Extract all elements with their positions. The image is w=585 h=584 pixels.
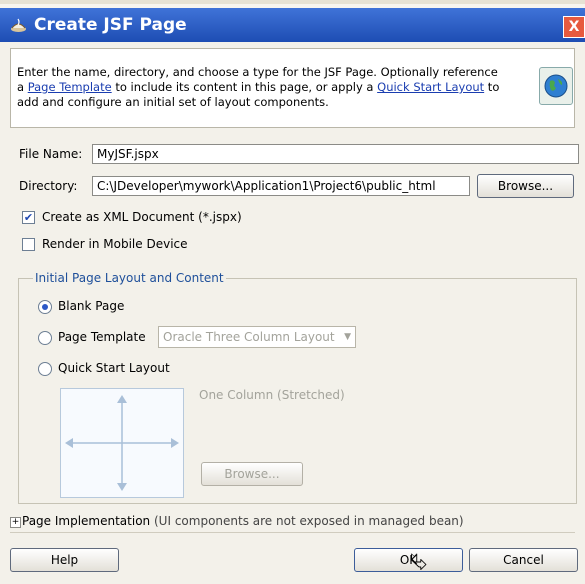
close-button[interactable]: X bbox=[563, 16, 585, 38]
file-name-label: File Name: bbox=[19, 147, 83, 161]
help-button[interactable]: Help bbox=[10, 548, 119, 572]
directory-input[interactable]: C:\JDeveloper\mywork\Application1\Projec… bbox=[92, 176, 470, 196]
quick-start-radio[interactable] bbox=[38, 362, 52, 376]
globe-icon bbox=[539, 67, 573, 105]
layout-preview bbox=[60, 388, 184, 498]
page-template-select-value: Oracle Three Column Layout bbox=[163, 330, 335, 344]
description-text: Enter the name, directory, and choose a … bbox=[17, 65, 502, 110]
description-banner: Enter the name, directory, and choose a … bbox=[10, 48, 575, 128]
background-window-strip bbox=[0, 0, 585, 4]
dialog-title: Create JSF Page bbox=[34, 15, 187, 35]
app-icon bbox=[11, 18, 26, 32]
expand-icon[interactable]: + bbox=[10, 517, 21, 528]
cancel-button[interactable]: Cancel bbox=[469, 548, 578, 572]
directory-label: Directory: bbox=[19, 179, 78, 193]
quick-start-option-label: One Column (Stretched) bbox=[199, 388, 345, 402]
render-mobile-checkbox[interactable] bbox=[22, 238, 35, 251]
blank-page-radio[interactable] bbox=[38, 300, 52, 314]
mouse-pointer-icon: ⮱ bbox=[410, 550, 428, 575]
ok-button[interactable]: OK bbox=[354, 548, 463, 572]
chevron-down-icon: ▼ bbox=[344, 332, 351, 342]
page-implementation-label[interactable]: Page Implementation bbox=[22, 514, 150, 528]
browse-layout-button[interactable]: Browse... bbox=[201, 462, 303, 486]
button-separator bbox=[10, 532, 575, 533]
layout-preview-arrows-icon bbox=[65, 395, 179, 491]
browse-directory-button[interactable]: Browse... bbox=[477, 174, 574, 198]
create-xml-label: Create as XML Document (*.jspx) bbox=[42, 210, 242, 224]
quick-start-label: Quick Start Layout bbox=[58, 361, 170, 375]
page-implementation-note: (UI components are not exposed in manage… bbox=[154, 514, 464, 528]
render-mobile-label: Render in Mobile Device bbox=[42, 237, 188, 251]
file-name-input[interactable]: MyJSF.jspx bbox=[92, 144, 579, 164]
title-bar: Create JSF Page X bbox=[0, 8, 585, 42]
close-icon: X bbox=[568, 19, 580, 35]
blank-page-label: Blank Page bbox=[58, 299, 125, 313]
page-template-select[interactable]: Oracle Three Column Layout ▼ bbox=[158, 326, 356, 348]
description-part: to include its content in this page, or … bbox=[111, 80, 378, 94]
quick-start-layout-link[interactable]: Quick Start Layout bbox=[377, 80, 484, 94]
initial-layout-group-title: Initial Page Layout and Content bbox=[33, 271, 226, 285]
create-xml-checkbox[interactable]: ✔ bbox=[22, 211, 35, 224]
page-template-link[interactable]: Page Template bbox=[28, 80, 112, 94]
page-template-radio[interactable] bbox=[38, 331, 52, 345]
page-template-label: Page Template bbox=[58, 330, 146, 344]
